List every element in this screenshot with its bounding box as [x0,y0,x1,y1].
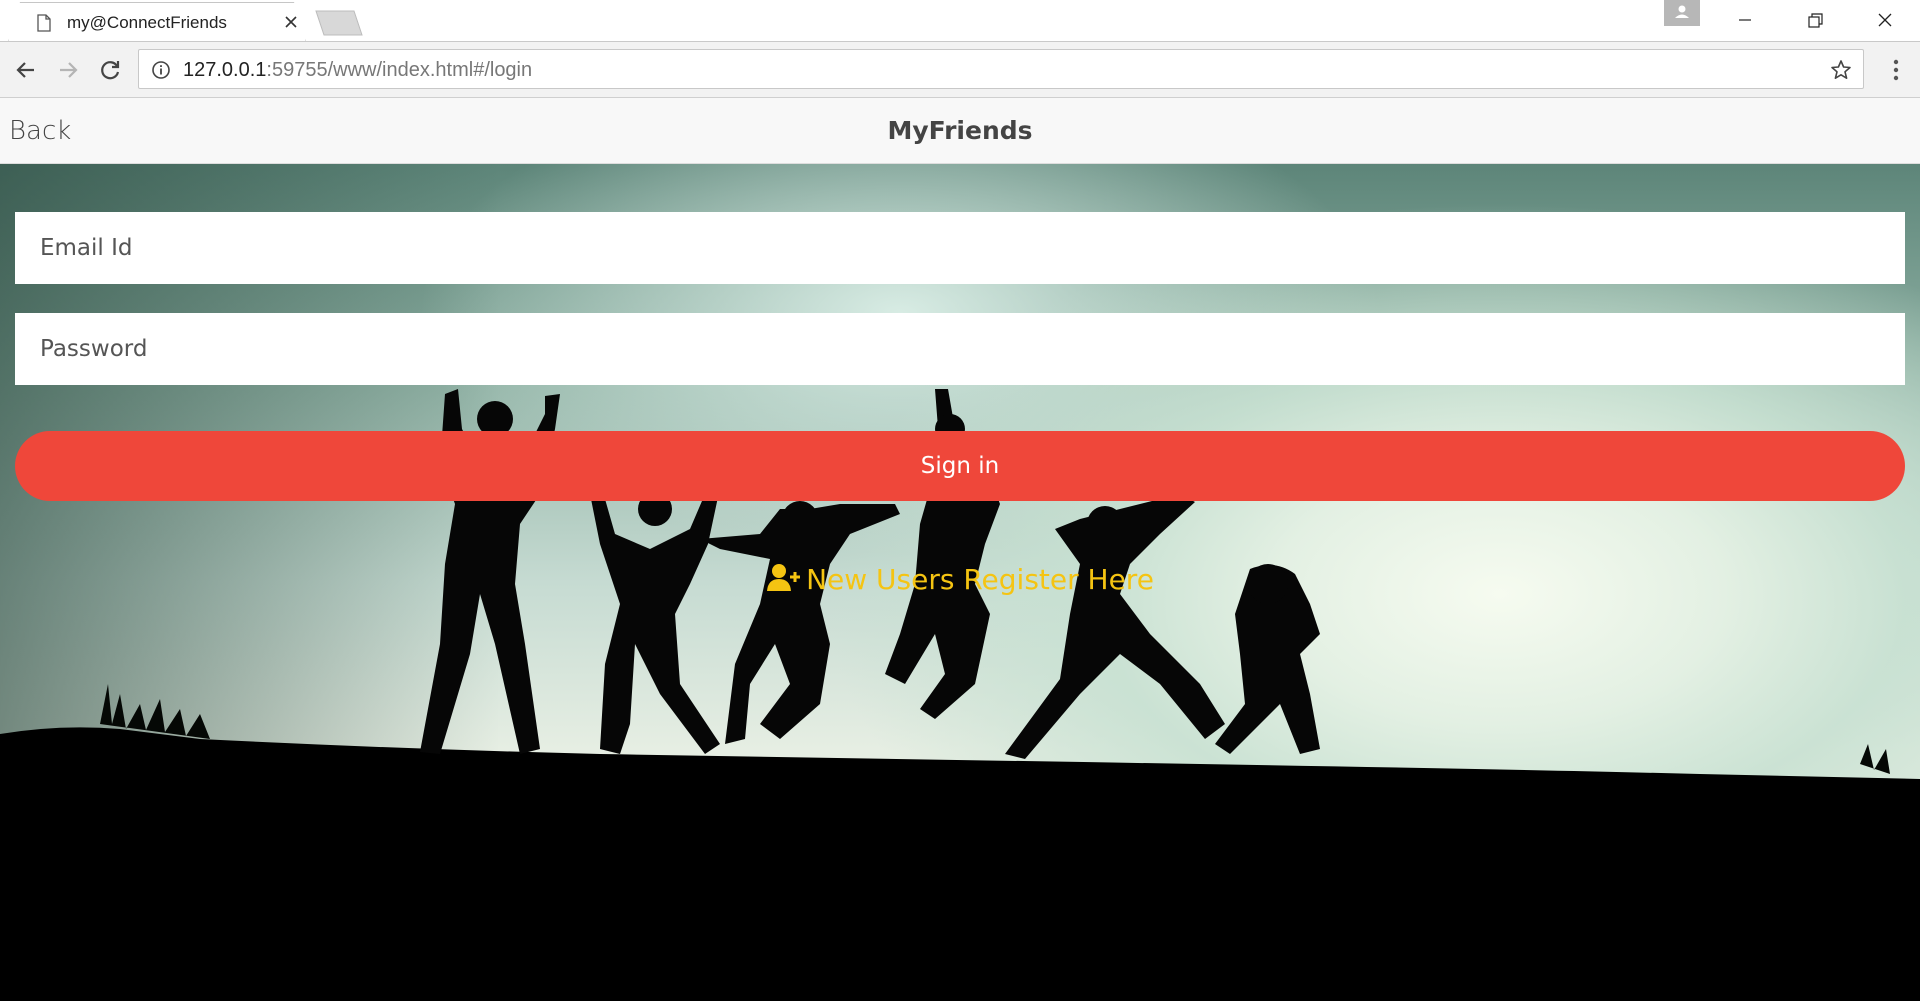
app-header: Back MyFriends [0,98,1920,164]
profile-button[interactable] [1664,0,1700,26]
back-arrow-icon[interactable] [12,56,40,84]
register-label: New Users Register Here [806,563,1154,596]
register-link[interactable]: New Users Register Here [0,562,1920,596]
new-tab-button[interactable] [314,10,364,36]
user-plus-icon [767,564,801,591]
forward-arrow-icon[interactable] [54,56,82,84]
browser-tab[interactable]: my@ConnectFriends [8,2,306,42]
email-field[interactable] [15,212,1905,284]
reload-icon[interactable] [96,56,124,84]
login-background: Sign in New Users Register Here [0,164,1920,1001]
close-icon[interactable] [282,13,300,31]
password-field[interactable] [15,313,1905,385]
address-bar[interactable]: 127.0.0.1:59755/www/index.html#/login [138,49,1864,89]
star-icon[interactable] [1829,58,1853,82]
close-window-button[interactable] [1850,0,1920,40]
browser-toolbar: 127.0.0.1:59755/www/index.html#/login [0,42,1920,98]
page-title: MyFriends [887,116,1033,145]
page-icon [37,14,51,32]
kebab-menu-icon[interactable] [1884,56,1908,84]
sign-in-button[interactable]: Sign in [15,431,1905,501]
info-icon[interactable] [151,60,171,80]
tab-title: my@ConnectFriends [67,13,227,32]
user-icon [1675,5,1689,18]
url-path: :59755/www/index.html#/login [266,59,533,81]
browser-titlebar: my@ConnectFriends [0,0,1920,42]
url-host: 127.0.0.1 [183,59,267,81]
minimize-button[interactable] [1710,0,1780,40]
url-text: 127.0.0.1:59755/www/index.html#/login [183,59,532,82]
restore-button[interactable] [1780,0,1850,40]
